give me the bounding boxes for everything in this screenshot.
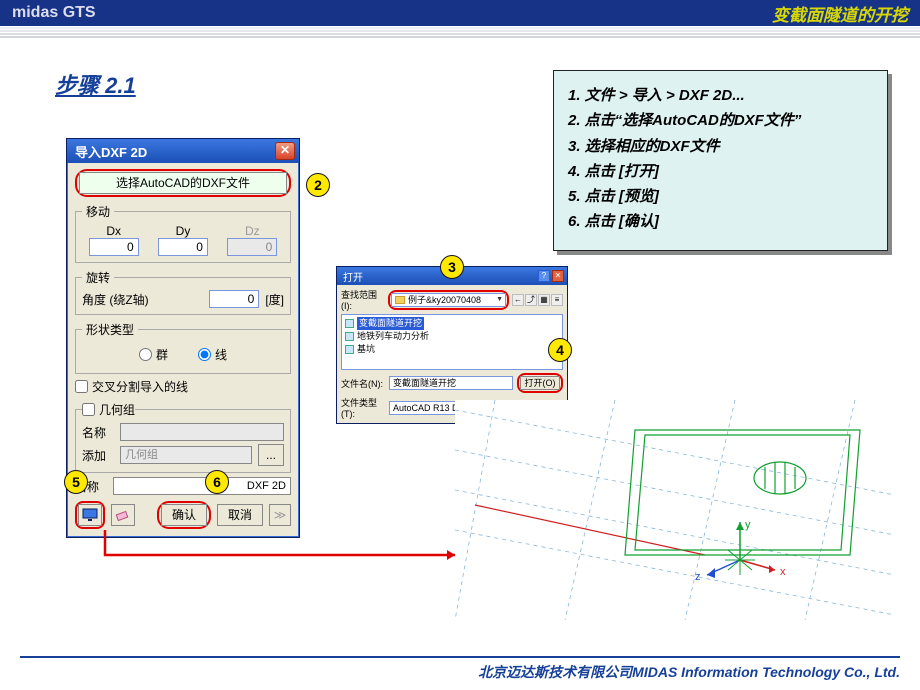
filename-label: 文件名(N): xyxy=(341,377,385,390)
dz-input: 0 xyxy=(227,238,277,256)
close-icon[interactable]: ✕ xyxy=(275,142,295,160)
dialog1-title: 导入DXF 2D xyxy=(75,142,147,161)
callout-item-1: 1. 文件 > 导入 > DXF 2D... xyxy=(568,86,873,106)
dx-label: Dx xyxy=(106,224,121,238)
open-button[interactable]: 打开(O) xyxy=(520,376,560,390)
apply-button[interactable]: ≫ xyxy=(269,504,291,526)
footer-rule xyxy=(20,656,900,658)
dx-input[interactable]: 0 xyxy=(89,238,139,256)
file-list[interactable]: 变截面隧道开挖 地铁列车动力分析 基坑 xyxy=(341,314,563,370)
select-dxf-highlight: 选择AutoCAD的DXF文件 xyxy=(75,169,291,197)
angle-input[interactable]: 0 xyxy=(209,290,259,308)
filename-input[interactable]: 变截面隧道开挖 xyxy=(389,376,513,390)
geom-add-dropdown-button[interactable]: ... xyxy=(258,444,284,466)
marker-2: 2 xyxy=(306,173,330,197)
cross-split-checkbox[interactable]: 交叉分割导入的线 xyxy=(75,378,291,395)
header-rule xyxy=(0,26,920,44)
callout-item-3: 3. 选择相应的DXF文件 xyxy=(568,137,873,157)
erase-button[interactable] xyxy=(111,504,135,526)
monitor-icon xyxy=(82,508,98,522)
callout-item-5: 5. 点击 [预览] xyxy=(568,187,873,207)
up-icon[interactable]: ⤴ xyxy=(525,294,537,306)
cancel-button[interactable]: 取消 xyxy=(217,504,263,526)
top-header-bar: midas GTS 变截面隧道的开挖 xyxy=(0,0,920,26)
folder-icon xyxy=(395,296,405,304)
file-icon xyxy=(345,345,354,354)
geom-add-input: 几何组 xyxy=(120,446,252,464)
file-icon xyxy=(345,332,354,341)
eraser-icon xyxy=(115,508,131,522)
close-icon[interactable]: ✕ xyxy=(552,270,564,282)
geom-group-checkbox[interactable]: 几何组 xyxy=(82,401,135,418)
callout-item-4: 4. 点击 [打开] xyxy=(568,162,873,182)
lookin-label: 查找范围(I): xyxy=(341,288,385,311)
dy-input[interactable]: 0 xyxy=(158,238,208,256)
name2-input[interactable]: DXF 2D xyxy=(113,477,291,495)
newfolder-icon[interactable]: ▦ xyxy=(538,294,550,306)
list-item[interactable]: 基坑 xyxy=(345,343,559,356)
callout-item-6: 6. 点击 [确认] xyxy=(568,212,873,232)
dialog2-title: 打开 xyxy=(343,269,363,284)
rotate-group: 旋转 角度 (绕Z轴) 0 [度] xyxy=(75,269,291,315)
geom-group: 几何组 名称 添加 几何组 ... xyxy=(75,401,291,473)
axis-x-label: x xyxy=(780,566,786,578)
axis-z-label: z xyxy=(695,571,701,583)
import-dxf-dialog: 导入DXF 2D ✕ 选择AutoCAD的DXF文件 移动 Dx Dy Dz 0… xyxy=(66,138,300,538)
list-item[interactable]: 变截面隧道开挖 xyxy=(345,317,559,330)
geom-add-label: 添加 xyxy=(82,447,114,464)
radio-group-option[interactable]: 群 xyxy=(139,346,168,363)
marker-4: 4 xyxy=(548,338,572,362)
move-group: 移动 Dx Dy Dz 0 0 0 xyxy=(75,203,291,263)
footer-text: 北京迈达斯技术有限公司MIDAS Information Technology … xyxy=(478,662,900,682)
marker-3: 3 xyxy=(440,255,464,279)
file-icon xyxy=(345,319,354,328)
axis-y-label: y xyxy=(745,519,751,531)
preview-button[interactable] xyxy=(78,504,102,526)
dz-label: Dz xyxy=(245,224,260,238)
back-icon[interactable]: ← xyxy=(512,294,524,306)
dy-label: Dy xyxy=(176,224,191,238)
model-viewport: x y z xyxy=(455,400,895,620)
instruction-callout: 1. 文件 > 导入 > DXF 2D... 2. 点击“选择AutoCAD的D… xyxy=(553,70,888,251)
geom-name-label: 名称 xyxy=(82,424,114,441)
step-title: 步骤 2.1 xyxy=(55,68,136,100)
callout-item-2: 2. 点击“选择AutoCAD的DXF文件” xyxy=(568,111,873,131)
rotate-legend: 旋转 xyxy=(82,269,114,286)
move-legend: 移动 xyxy=(82,203,114,220)
lookin-dropdown[interactable]: 例子&ky20070408 xyxy=(391,293,506,307)
viewmenu-icon[interactable]: ≡ xyxy=(551,294,563,306)
ok-button[interactable]: 确认 xyxy=(161,504,207,526)
shape-legend: 形状类型 xyxy=(82,321,138,338)
app-title: midas GTS xyxy=(12,4,96,22)
select-dxf-file-button[interactable]: 选择AutoCAD的DXF文件 xyxy=(79,172,287,194)
angle-label: 角度 (绕Z轴) xyxy=(82,291,149,308)
page-subtitle: 变截面隧道的开挖 xyxy=(772,1,908,26)
angle-unit: [度] xyxy=(265,291,284,308)
filetype-label: 文件类型(T): xyxy=(341,396,385,419)
geom-name-input xyxy=(120,423,284,441)
shape-group: 形状类型 群 线 xyxy=(75,321,291,374)
radio-line-option[interactable]: 线 xyxy=(198,346,227,363)
dialog1-titlebar: 导入DXF 2D ✕ xyxy=(67,139,299,163)
marker-5: 5 xyxy=(64,470,88,494)
list-item[interactable]: 地铁列车动力分析 xyxy=(345,330,559,343)
marker-6: 6 xyxy=(205,470,229,494)
help-icon[interactable]: ? xyxy=(538,270,550,282)
